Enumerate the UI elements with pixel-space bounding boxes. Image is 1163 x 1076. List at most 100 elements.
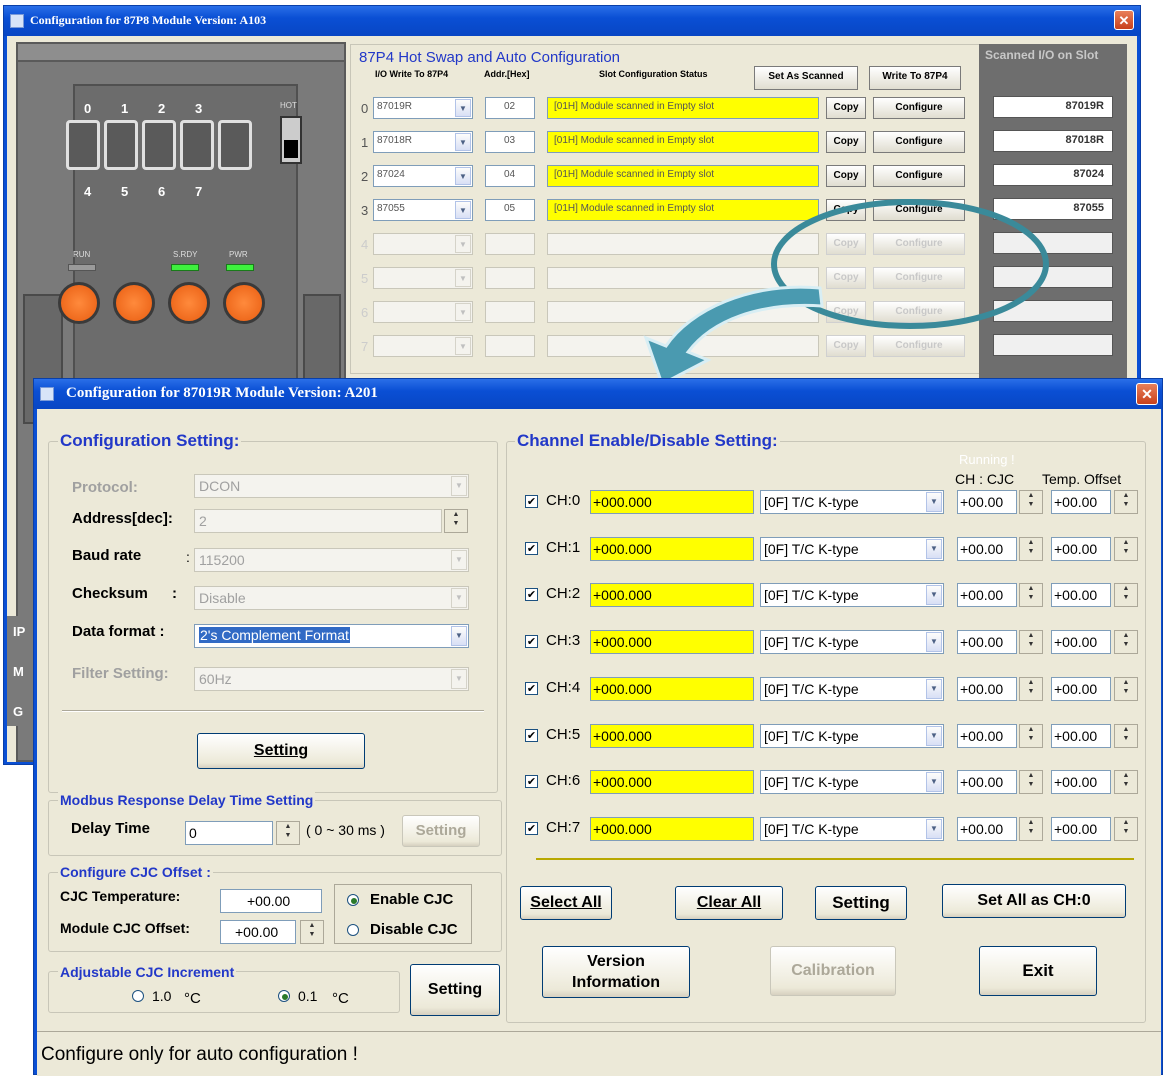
stepper-down-icon[interactable]: ▼ [1115, 593, 1137, 602]
stepper-up-icon[interactable]: ▲ [1115, 491, 1137, 500]
stepper-down-icon[interactable]: ▼ [301, 930, 323, 939]
slot-copy-button[interactable]: Copy [826, 131, 866, 153]
slot-addr-input[interactable]: 05 [485, 199, 535, 221]
select-all-button[interactable]: Select All [520, 886, 612, 920]
channel-cjc-stepper[interactable]: ▲ ▼ [1019, 676, 1043, 701]
channel-type-select[interactable]: [0F] T/C K-type ▼ [760, 630, 944, 655]
write-to-87p4-button[interactable]: Write To 87P4 [869, 66, 961, 90]
stepper-down-icon[interactable]: ▼ [1115, 500, 1137, 509]
channel-offset-stepper[interactable]: ▲ ▼ [1114, 723, 1138, 748]
exit-button[interactable]: Exit [979, 946, 1097, 996]
channel-offset-stepper[interactable]: ▲ ▼ [1114, 630, 1138, 655]
channel-cjc-input[interactable]: +00.00 [957, 723, 1017, 748]
set-all-ch0-button[interactable]: Set All as CH:0 [942, 884, 1126, 918]
config-setting-button[interactable]: Setting [197, 733, 365, 769]
slot-module-select[interactable]: 87019R ▼ [373, 97, 473, 119]
channel-cjc-input[interactable]: +00.00 [957, 583, 1017, 608]
channel-cjc-input[interactable]: +00.00 [957, 630, 1017, 655]
stepper-up-icon[interactable]: ▲ [1020, 491, 1042, 500]
delay-stepper[interactable]: ▲ ▼ [276, 821, 300, 845]
stepper-up-icon[interactable]: ▲ [1020, 678, 1042, 687]
channel-cjc-input[interactable]: +00.00 [957, 490, 1017, 514]
hot-swap-switch[interactable] [280, 116, 302, 164]
slot-module-select[interactable]: ▼ [373, 267, 473, 289]
slot-addr-input[interactable] [485, 301, 535, 323]
channel-offset-input[interactable]: +00.00 [1051, 676, 1111, 701]
stepper-down-icon[interactable]: ▼ [1020, 827, 1042, 836]
version-info-button[interactable]: Version Information [542, 946, 690, 998]
slot-addr-input[interactable]: 04 [485, 165, 535, 187]
address-stepper[interactable]: ▲ ▼ [444, 509, 468, 533]
device-round-button-3[interactable] [223, 282, 265, 324]
channel-offset-input[interactable]: +00.00 [1051, 630, 1111, 655]
stepper-down-icon[interactable]: ▼ [1115, 827, 1137, 836]
stepper-down-icon[interactable]: ▼ [1020, 593, 1042, 602]
slot-copy-button[interactable]: Copy [826, 97, 866, 119]
slot-addr-input[interactable]: 03 [485, 131, 535, 153]
slot-addr-input[interactable] [485, 233, 535, 255]
channel-cjc-stepper[interactable]: ▲ ▼ [1019, 630, 1043, 655]
stepper-down-icon[interactable]: ▼ [445, 519, 467, 528]
set-as-scanned-button[interactable]: Set As Scanned [754, 66, 858, 90]
channel-checkbox[interactable]: ✔ [525, 728, 538, 742]
checksum-select[interactable]: Disable ▼ [194, 586, 469, 610]
slot-module-select[interactable]: ▼ [373, 301, 473, 323]
stepper-up-icon[interactable]: ▲ [301, 921, 323, 930]
channel-checkbox[interactable]: ✔ [525, 821, 538, 835]
channel-cjc-input[interactable]: +00.00 [957, 536, 1017, 561]
stepper-up-icon[interactable]: ▲ [1020, 771, 1042, 780]
slot-module-select[interactable]: 87024 ▼ [373, 165, 473, 187]
stepper-down-icon[interactable]: ▼ [1115, 780, 1137, 789]
device-round-button-2[interactable] [168, 282, 210, 324]
stepper-down-icon[interactable]: ▼ [277, 831, 299, 840]
calibration-button[interactable]: Calibration [770, 946, 896, 996]
stepper-up-icon[interactable]: ▲ [1020, 631, 1042, 640]
channel-checkbox[interactable]: ✔ [525, 635, 538, 649]
channel-offset-input[interactable]: +00.00 [1051, 583, 1111, 608]
cjc-temp-input[interactable]: +00.00 [220, 889, 322, 913]
stepper-up-icon[interactable]: ▲ [1020, 725, 1042, 734]
stepper-up-icon[interactable]: ▲ [1115, 631, 1137, 640]
slot-module-select[interactable]: ▼ [373, 233, 473, 255]
slot-configure-button[interactable]: Configure [873, 97, 965, 119]
slot-module-select[interactable]: ▼ [373, 335, 473, 357]
channel-cjc-input[interactable]: +00.00 [957, 770, 1017, 795]
increment-01-radio[interactable] [278, 990, 290, 1002]
stepper-up-icon[interactable]: ▲ [1020, 584, 1042, 593]
channel-offset-stepper[interactable]: ▲ ▼ [1114, 583, 1138, 608]
stepper-up-icon[interactable]: ▲ [1115, 818, 1137, 827]
stepper-down-icon[interactable]: ▼ [1020, 780, 1042, 789]
channel-cjc-stepper[interactable]: ▲ ▼ [1019, 583, 1043, 608]
channel-setting-button[interactable]: Setting [815, 886, 907, 920]
channel-offset-input[interactable]: +00.00 [1051, 816, 1111, 841]
channel-cjc-stepper[interactable]: ▲ ▼ [1019, 723, 1043, 748]
channel-type-select[interactable]: [0F] T/C K-type ▼ [760, 490, 944, 514]
stepper-up-icon[interactable]: ▲ [1115, 678, 1137, 687]
channel-offset-input[interactable]: +00.00 [1051, 536, 1111, 561]
channel-offset-stepper[interactable]: ▲ ▼ [1114, 816, 1138, 841]
cjc-offset-input[interactable]: +00.00 [220, 920, 296, 944]
stepper-down-icon[interactable]: ▼ [1020, 687, 1042, 696]
device-round-button-0[interactable] [58, 282, 100, 324]
protocol-select[interactable]: DCON ▼ [194, 474, 469, 498]
modbus-setting-button[interactable]: Setting [402, 815, 480, 847]
channel-cjc-input[interactable]: +00.00 [957, 676, 1017, 701]
channel-offset-stepper[interactable]: ▲ ▼ [1114, 770, 1138, 795]
channel-checkbox[interactable]: ✔ [525, 541, 538, 555]
enable-cjc-radio[interactable] [347, 894, 359, 906]
channel-checkbox[interactable]: ✔ [525, 681, 538, 695]
cjc-offset-stepper[interactable]: ▲ ▼ [300, 920, 324, 944]
stepper-down-icon[interactable]: ▼ [1115, 687, 1137, 696]
stepper-up-icon[interactable]: ▲ [277, 822, 299, 831]
stepper-up-icon[interactable]: ▲ [1115, 725, 1137, 734]
channel-offset-stepper[interactable]: ▲ ▼ [1114, 536, 1138, 561]
channel-checkbox[interactable]: ✔ [525, 775, 538, 789]
channel-cjc-input[interactable]: +00.00 [957, 816, 1017, 841]
device-round-button-1[interactable] [113, 282, 155, 324]
slot-addr-input[interactable] [485, 267, 535, 289]
channel-cjc-stepper[interactable]: ▲ ▼ [1019, 770, 1043, 795]
stepper-down-icon[interactable]: ▼ [1115, 734, 1137, 743]
back-close-button[interactable]: ✕ [1114, 10, 1134, 30]
channel-offset-stepper[interactable]: ▲ ▼ [1114, 676, 1138, 701]
channel-checkbox[interactable]: ✔ [525, 588, 538, 602]
